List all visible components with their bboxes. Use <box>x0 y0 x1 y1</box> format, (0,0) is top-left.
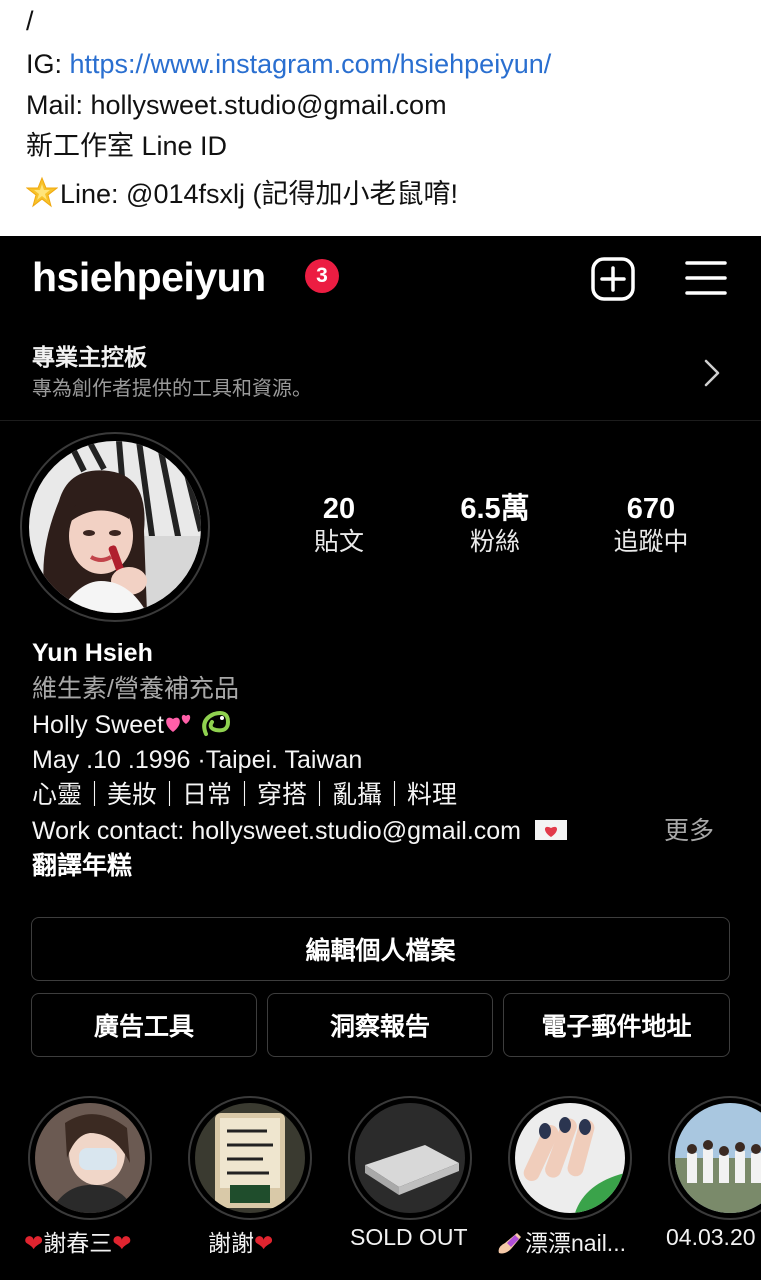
profile-category: 維生素/營養補充品 <box>32 675 239 703</box>
ig-link[interactable]: https://www.instagram.com/hsiehpeiyun/ <box>70 49 552 79</box>
email-address-button[interactable]: 電子郵件地址 <box>503 993 730 1057</box>
highlight-cover-2 <box>195 1103 305 1213</box>
post-line-id: Line: @014fsxlj (記得加小老鼠唷! <box>26 176 458 211</box>
story-highlight[interactable] <box>668 1096 761 1220</box>
nail-polish-icon <box>498 1233 521 1254</box>
ad-tools-button[interactable]: 廣告工具 <box>31 993 257 1057</box>
glowing-star-icon <box>26 176 58 208</box>
post-text: / IG: https://www.instagram.com/hsiehpei… <box>0 0 761 236</box>
insights-button[interactable]: 洞察報告 <box>267 993 493 1057</box>
posts-stat[interactable]: 20 貼文 <box>269 492 409 558</box>
story-highlight[interactable] <box>188 1096 312 1220</box>
avatar-illustration <box>29 441 201 613</box>
edit-profile-button[interactable]: 編輯個人檔案 <box>31 917 730 981</box>
posts-label: 貼文 <box>313 528 364 556</box>
story-highlight[interactable] <box>348 1096 472 1220</box>
chevron-right-icon <box>704 359 720 387</box>
translate-link[interactable]: 翻譯年糕 <box>32 850 132 882</box>
display-name: Yun Hsieh <box>32 639 153 667</box>
more-link[interactable]: 更多 <box>664 815 714 847</box>
bio-line-3: 心靈｜美妝｜日常｜穿搭｜亂攝｜料理 <box>32 781 458 809</box>
dragon-icon <box>202 711 231 736</box>
followers-stat[interactable]: 6.5萬 粉絲 <box>425 492 565 558</box>
menu-icon[interactable] <box>684 258 728 298</box>
post-mail: Mail: hollysweet.studio@gmail.com <box>26 90 447 120</box>
red-heart-icon: ❤ <box>24 1230 44 1256</box>
highlight-label: SOLD OUT <box>350 1224 468 1250</box>
post-slash: / <box>26 6 34 36</box>
highlight-cover-1 <box>35 1103 145 1213</box>
profile-avatar[interactable] <box>20 432 210 622</box>
following-stat[interactable]: 670 追蹤中 <box>581 492 721 558</box>
bio-line-2: May .10 .1996 ·Taipei. Taiwan <box>32 746 363 774</box>
new-post-icon[interactable] <box>590 256 636 302</box>
highlight-label: 04.03.20 <box>666 1224 756 1250</box>
followers-label: 粉絲 <box>469 528 520 556</box>
highlight-cover-4 <box>515 1103 625 1213</box>
instagram-profile-screen: hsiehpeiyun 3 專業主控板 專為創作者提供的工具和資源。 20 貼文… <box>0 236 761 1280</box>
following-label: 追蹤中 <box>613 528 689 556</box>
ig-label: IG: <box>26 49 70 79</box>
line-text: Line: @014fsxlj (記得加小老鼠唷! <box>60 179 458 209</box>
bio-holly-sweet: Holly Sweet <box>32 711 164 739</box>
work-contact: Work contact: hollysweet.studio@gmail.co… <box>32 817 521 845</box>
dashboard-title: 專業主控板 <box>32 344 147 370</box>
notification-badge[interactable]: 3 <box>305 259 339 293</box>
posts-count: 20 <box>322 493 356 525</box>
bio-line-4: Work contact: hollysweet.studio@gmail.co… <box>32 815 568 847</box>
following-count: 670 <box>626 493 676 525</box>
followers-count: 6.5萬 <box>460 493 530 525</box>
bio-line-1: Holly Sweet <box>32 708 234 741</box>
love-letter-icon <box>534 820 567 840</box>
highlight-cover-3 <box>355 1103 465 1213</box>
highlight-cover-5 <box>675 1103 761 1213</box>
profile-username[interactable]: hsiehpeiyun <box>32 254 266 301</box>
highlight-label: 謝謝❤ <box>208 1230 274 1256</box>
professional-dashboard[interactable]: 專業主控板 專為創作者提供的工具和資源。 <box>0 328 761 421</box>
post-studio-line: 新工作室 Line ID <box>26 131 228 161</box>
highlight-label: 漂漂nail... <box>495 1224 626 1258</box>
story-highlight[interactable] <box>28 1096 152 1220</box>
dashboard-subtitle: 專為創作者提供的工具和資源。 <box>32 378 312 400</box>
highlight-label: ❤謝春三❤ <box>24 1230 132 1256</box>
two-hearts-icon <box>166 714 191 732</box>
story-highlight[interactable] <box>508 1096 632 1220</box>
post-ig-line: IG: https://www.instagram.com/hsiehpeiyu… <box>26 47 551 81</box>
red-heart-icon: ❤ <box>112 1230 132 1256</box>
red-heart-icon: ❤ <box>254 1230 274 1256</box>
